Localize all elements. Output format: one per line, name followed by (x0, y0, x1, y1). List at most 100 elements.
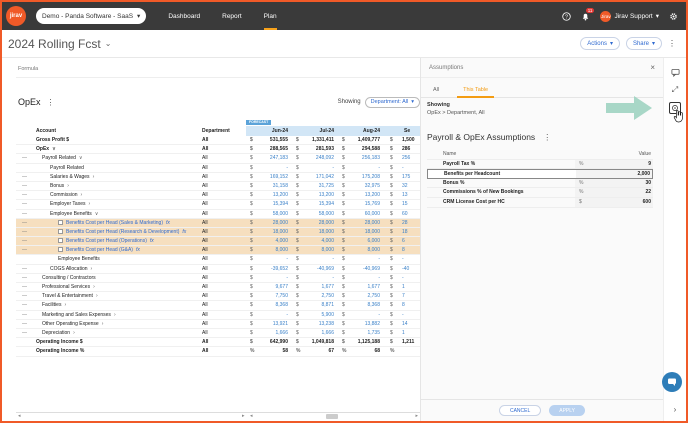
table-row[interactable]: — Depreciation › All $1,666 $1,666 $1,735 $1 (16, 329, 420, 339)
value-cell[interactable]: 18,000 (300, 228, 334, 237)
tab-all[interactable]: All (421, 82, 451, 97)
formula-bar[interactable]: Formula (16, 60, 420, 78)
collapse-icon[interactable]: — (22, 246, 27, 255)
table-row[interactable]: — Professional Services › All $9,677 $1,677 $1… (16, 283, 420, 293)
collapse-icon[interactable]: — (22, 311, 27, 320)
value-cell[interactable]: 4,000 (300, 237, 334, 246)
value-cell[interactable]: -39,652 (254, 265, 288, 274)
table-row[interactable]: — Employer Taxes › All $15,394 $15,394 $15,769… (16, 200, 420, 210)
value-cell[interactable]: 31,725 (300, 182, 334, 191)
value-cell[interactable]: 1,211 (402, 338, 420, 347)
tab-this-table[interactable]: This Table (451, 82, 500, 98)
value-cell[interactable]: - (346, 274, 380, 283)
value-cell[interactable]: 13,882 (346, 320, 380, 329)
table-row[interactable]: Payroll Related All $ - $ - $ - $ - (16, 164, 420, 173)
user-menu[interactable]: Jirav Jirav Support ▾ (600, 10, 659, 22)
value-cell[interactable]: 642,990 (254, 338, 288, 347)
value-cell[interactable]: 13,200 (300, 191, 334, 200)
collapse-icon[interactable]: — (22, 265, 27, 274)
value-cell[interactable]: -40,969 (300, 265, 334, 274)
help-icon[interactable]: ? (562, 11, 572, 21)
value-cell[interactable]: 13,200 (346, 191, 380, 200)
value-cell[interactable]: 13,238 (300, 320, 334, 329)
value-cell[interactable]: 31,158 (254, 182, 288, 191)
chevron-icon[interactable]: › (73, 330, 75, 336)
value-cell[interactable]: 58 (254, 347, 288, 356)
horizontal-scrollbar[interactable]: ◂ ▸ ◂ ▸ (16, 412, 420, 420)
collapse-icon[interactable]: — (22, 237, 27, 246)
account-cell[interactable]: Payroll Related (50, 164, 84, 173)
value-cell[interactable]: 7,750 (254, 292, 288, 301)
value-cell[interactable]: 1,500 (402, 136, 420, 145)
value-cell[interactable]: 8,368 (254, 301, 288, 310)
value-cell[interactable]: 58,000 (300, 210, 334, 219)
value-cell[interactable]: 28,000 (346, 219, 380, 228)
value-cell[interactable]: 8,871 (300, 301, 334, 310)
value-cell[interactable]: - (402, 164, 420, 173)
account-cell[interactable]: Operating Income $ (36, 338, 83, 347)
value-cell[interactable]: 288,565 (254, 145, 288, 154)
scroll-left-icon[interactable]: ◂ (250, 413, 253, 419)
more-options-icon[interactable]: ⋮ (543, 133, 551, 142)
col-month-header[interactable]: Jul-24 (302, 126, 334, 136)
table-row[interactable]: Operating Income $ All $642,990 $1,049,818 $… (16, 338, 420, 348)
expand-icon[interactable]: ⤢ (669, 84, 681, 96)
scroll-thumb[interactable] (326, 414, 338, 419)
table-row[interactable]: OpEx ∨ All $288,565 $281,593 $294,588 $286 (16, 145, 420, 155)
assumption-value[interactable]: 9 (648, 160, 651, 170)
chevron-icon[interactable]: › (96, 293, 98, 299)
table-row[interactable]: — Facilities › All $8,368 $8,871 $8,368 $8 (16, 301, 420, 311)
value-cell[interactable]: 281,593 (300, 145, 334, 154)
table-row[interactable]: — Marketing and Sales Expenses › All $ - $5,90… (16, 311, 420, 320)
collapse-icon[interactable]: — (22, 329, 27, 338)
value-cell[interactable]: 2,750 (346, 292, 380, 301)
collapse-icon[interactable]: — (22, 154, 27, 163)
collapse-icon[interactable]: — (22, 283, 27, 292)
value-cell[interactable]: 248,092 (300, 154, 334, 163)
value-cell[interactable]: 60,000 (346, 210, 380, 219)
value-cell[interactable]: 1,125,188 (346, 338, 380, 347)
close-icon[interactable]: × (650, 63, 655, 72)
account-cell[interactable]: Depreciation › (42, 329, 75, 338)
value-cell[interactable]: - (300, 164, 334, 173)
gear-icon[interactable] (669, 12, 678, 21)
assumption-row[interactable]: Bonus %% 30 (427, 178, 653, 189)
value-cell[interactable]: 67 (300, 347, 334, 356)
page-title[interactable]: 2024 Rolling Fcst (8, 37, 101, 51)
value-cell[interactable]: 6,000 (346, 237, 380, 246)
assumption-row[interactable]: CRM License Cost per HC $600 (427, 197, 653, 208)
department-filter[interactable]: Department: All ▾ (364, 96, 420, 108)
value-cell[interactable]: -40 (402, 265, 420, 274)
table-row[interactable]: — Benefits Cost per Head (Sales & Marketi… (16, 218, 420, 228)
chevron-down-icon[interactable]: ⌄ (105, 39, 112, 48)
value-cell[interactable]: 18 (402, 228, 420, 237)
chevron-icon[interactable]: ∨ (52, 146, 56, 152)
account-cell[interactable]: OpEx ∨ (36, 145, 56, 154)
table-row[interactable]: — Consulting / Contractors All $ - $ - $ - $ - (16, 274, 420, 283)
value-cell[interactable]: 175 (402, 173, 420, 182)
account-cell[interactable]: Bonus › (50, 182, 69, 191)
value-cell[interactable]: 8 (402, 246, 420, 255)
value-cell[interactable]: 32,975 (346, 182, 380, 191)
assumption-value[interactable]: 30 (645, 179, 651, 189)
value-cell[interactable]: 1 (402, 283, 420, 292)
value-cell[interactable]: 171,042 (300, 173, 334, 182)
account-cell[interactable]: Consulting / Contractors (42, 274, 96, 283)
value-cell[interactable]: 531,555 (254, 136, 288, 145)
account-cell[interactable]: Operating Income % (36, 347, 84, 356)
chevron-icon[interactable]: ∨ (79, 155, 83, 161)
value-cell[interactable]: 8,000 (254, 246, 288, 255)
table-row[interactable]: — Bonus › All $31,158 $31,725 $32,975 $32 (16, 182, 420, 192)
value-cell[interactable]: 256 (402, 154, 420, 163)
value-cell[interactable]: 14 (402, 320, 420, 329)
assumption-row[interactable]: Commissions % of New Bookings% 22 (427, 188, 653, 198)
value-cell[interactable]: 60 (402, 210, 420, 219)
cancel-button[interactable]: CANCEL (498, 405, 542, 416)
value-cell[interactable]: 68 (346, 347, 380, 356)
table-row[interactable]: — Commission › All $13,200 $13,200 $13,200 $13 (16, 191, 420, 201)
nav-dashboard[interactable]: Dashboard (168, 2, 200, 30)
formula-icon[interactable]: fx (150, 238, 154, 244)
more-options-icon[interactable]: ⋮ (47, 98, 55, 107)
value-cell[interactable]: 1 (402, 329, 420, 338)
account-cell[interactable]: Benefits Cost per Head (G&A) fx (58, 246, 140, 255)
